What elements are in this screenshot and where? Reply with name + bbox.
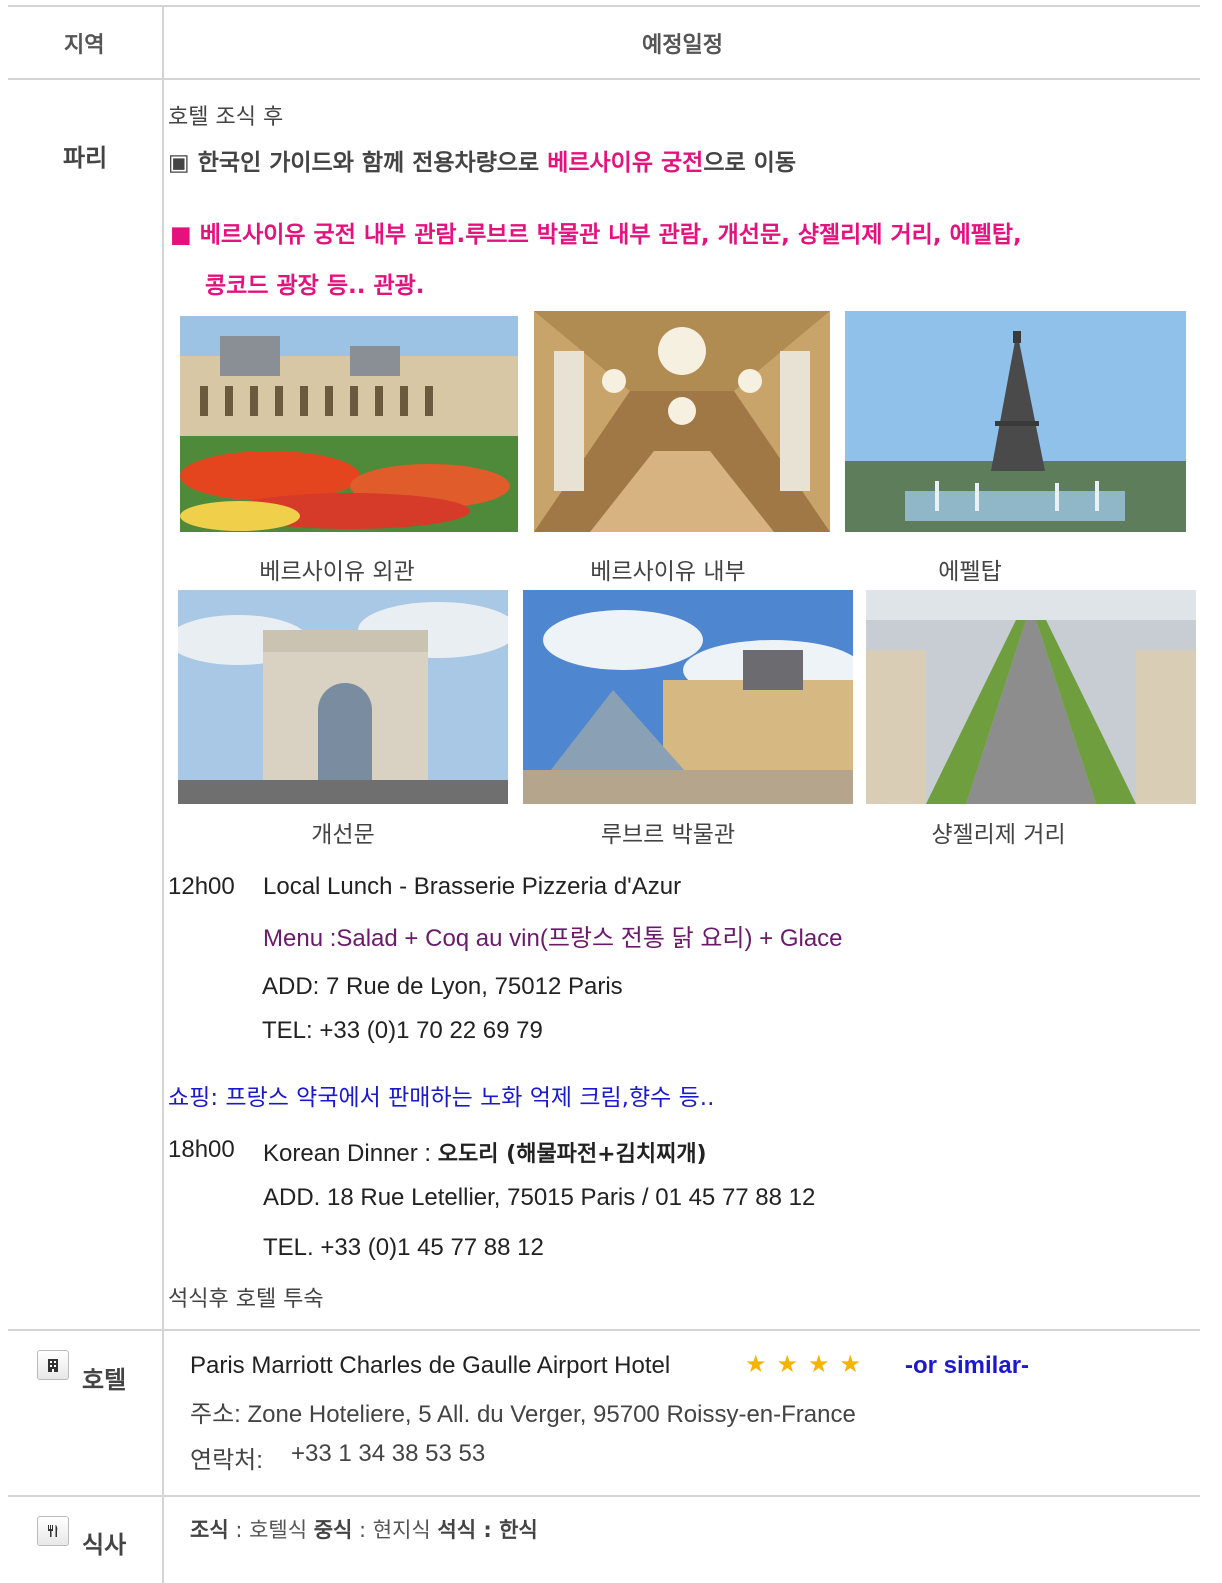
hotel-star-rating: ★ ★ ★ ★ [745, 1350, 871, 1378]
dinner-line: Korean Dinner : 오도리 (해물파전+김치찌개) [263, 1136, 707, 1168]
photo-caption: 루브르 박물관 [600, 822, 736, 848]
fork-knife-icon [37, 1516, 69, 1546]
hotel-name: Paris Marriott Charles de Gaulle Airport… [190, 1352, 671, 1379]
meals-label: 식사 [82, 1531, 127, 1559]
transfer-post: 으로 이동 [703, 150, 796, 176]
lunch-time: 12h00 [168, 873, 235, 900]
intro-text: 호텔 조식 후 [168, 105, 284, 130]
photo-caption: 베르사이유 내부 [590, 559, 746, 585]
arc-de-triomphe-photo [178, 590, 508, 804]
hotel-address: 주소: Zone Hoteliere, 5 All. du Verger, 95… [190, 1401, 856, 1428]
closing-note: 석식후 호텔 투숙 [168, 1287, 324, 1312]
photo-caption: 샹젤리제 거리 [931, 822, 1066, 848]
meals-line: 조식 : 호텔식 중식 : 현지식 석식 : 한식 [190, 1514, 538, 1544]
lunch-value: : 현지식 [352, 1518, 438, 1542]
photo-caption: 에펠탑 [938, 559, 1002, 585]
lunch-address: ADD: 7 Rue de Lyon, 75012 Paris [262, 973, 623, 1000]
hotel-contact-label: 연락처: [190, 1447, 263, 1474]
dinner-label: Korean Dinner : [263, 1140, 438, 1167]
square-bullet-icon: ▣ [168, 150, 190, 176]
lunch-label: 중식 [313, 1518, 353, 1542]
lunch-title: Local Lunch - Brasserie Pizzeria d'Azur [263, 873, 682, 900]
column-divider [162, 5, 164, 1583]
lunch-phone: TEL: +33 (0)1 70 22 69 79 [262, 1017, 543, 1044]
row-divider-hotel [8, 1329, 1200, 1331]
palace-exterior-photo [180, 316, 518, 532]
row-divider-meals [8, 1495, 1200, 1497]
champs-elysees-photo [866, 590, 1196, 804]
star-icon: ★ [808, 1350, 830, 1378]
dinner-meal-label: 석식 : 한식 [437, 1518, 538, 1542]
louvre-pyramid-photo [523, 590, 853, 804]
photo-caption: 베르사이유 외관 [259, 559, 415, 585]
dinner-phone: TEL. +33 (0)1 45 77 88 12 [263, 1234, 544, 1261]
breakfast-value: : 호텔식 [228, 1518, 314, 1542]
region-label: 파리 [63, 144, 108, 172]
header-schedule: 예정일정 [642, 33, 723, 58]
shopping-note: 쇼핑: 프랑스 약국에서 판매하는 노화 억제 크림,향수 등.. [168, 1085, 715, 1111]
hotel-label: 호텔 [82, 1366, 127, 1394]
star-icon: ★ [745, 1350, 767, 1378]
header-region: 지역 [64, 33, 105, 58]
star-icon: ★ [839, 1350, 862, 1378]
versailles-highlight: 베르사이유 궁전 [547, 150, 704, 176]
building-icon [37, 1350, 69, 1380]
filled-square-bullet-icon: ■ [170, 222, 192, 248]
dinner-restaurant: 오도리 (해물파전+김치찌개) [437, 1142, 707, 1167]
table-top-border [8, 5, 1200, 7]
dinner-address: ADD. 18 Rue Letellier, 75015 Paris / 01 … [263, 1184, 816, 1211]
breakfast-label: 조식 [190, 1518, 229, 1542]
photo-caption: 개선문 [311, 822, 375, 848]
lunch-menu: Menu :Salad + Coq au vin(프랑스 전통 닭 요리) + … [263, 925, 843, 952]
transfer-text: 한국인 가이드와 함께 전용차량으로 [197, 150, 548, 176]
sights-text-1: 베르사이유 궁전 내부 관람.루브르 박물관 내부 관람, 개선문, 샹젤리제 … [199, 222, 1022, 248]
transfer-line: ▣ 한국인 가이드와 함께 전용차량으로 베르사이유 궁전으로 이동 [168, 143, 796, 177]
hotel-contact: +33 1 34 38 53 53 [291, 1440, 486, 1467]
or-similar-note: -or similar- [905, 1352, 1030, 1379]
sights-line-1: ■ 베르사이유 궁전 내부 관람.루브르 박물관 내부 관람, 개선문, 샹젤리… [170, 215, 1022, 249]
header-bottom-border [8, 78, 1200, 80]
hall-of-mirrors-photo [534, 311, 830, 532]
sights-line-2: 콩코드 광장 등.. 관광. [205, 273, 425, 299]
star-icon: ★ [776, 1350, 799, 1378]
eiffel-tower-photo [845, 311, 1186, 532]
dinner-time: 18h00 [168, 1136, 235, 1163]
